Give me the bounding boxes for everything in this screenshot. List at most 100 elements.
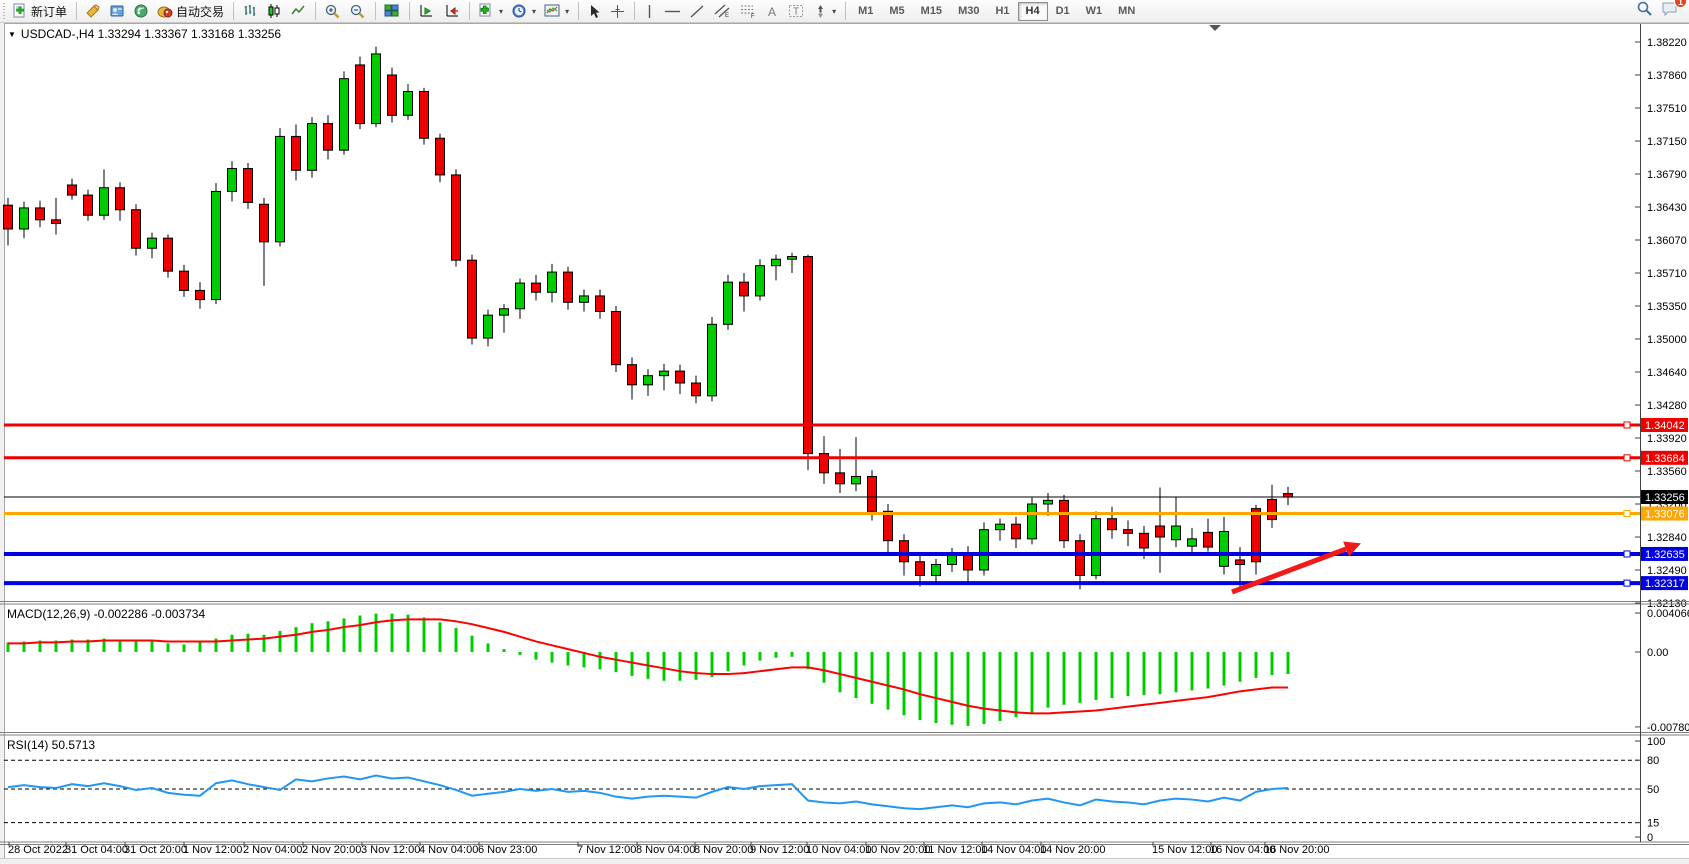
- date-axis-label: 3 Nov 12:00: [361, 844, 420, 856]
- date-axis-label: 11 Nov 12:00: [923, 844, 988, 856]
- metaeditor-button[interactable]: [81, 1, 105, 21]
- timeframe-button-mn[interactable]: MN: [1110, 2, 1143, 21]
- price-chart-canvas[interactable]: 1.382201.378601.375101.371501.367901.364…: [0, 0, 1689, 864]
- text-tool-button[interactable]: A: [761, 1, 784, 21]
- line-handle: [1624, 551, 1630, 557]
- macd-axis-label: 0.004066: [1647, 608, 1689, 620]
- price-badge-label: 1.32317: [1645, 578, 1685, 590]
- vertical-line-tool-button[interactable]: [639, 1, 660, 21]
- candle-body: [1188, 539, 1197, 546]
- date-axis-label: 6 Nov 23:00: [478, 844, 537, 856]
- date-axis-label: 15 Nov 12:00: [1152, 844, 1217, 856]
- indicators-button[interactable]: ▾: [474, 1, 507, 21]
- autotrading-label: 自动交易: [176, 3, 224, 20]
- candle-body: [564, 272, 573, 302]
- line-handle: [1624, 455, 1630, 461]
- line-handle: [1624, 422, 1630, 428]
- candle-body: [1108, 519, 1117, 530]
- zoom-out-button[interactable]: [345, 1, 370, 21]
- rsi-axis-label: 80: [1647, 755, 1659, 767]
- candle-body: [1044, 500, 1053, 504]
- line-chart-icon: [290, 3, 306, 19]
- autotrading-button[interactable]: 自动交易: [153, 1, 228, 21]
- notification-badge: 1: [1674, 0, 1687, 8]
- toolbar-separator: [634, 2, 635, 20]
- horizontal-line-tool-button[interactable]: [660, 1, 685, 21]
- zoom-in-icon: [324, 3, 341, 20]
- candle-body: [644, 376, 653, 385]
- candle-body: [708, 324, 717, 396]
- timeframe-button-m1[interactable]: M1: [850, 2, 881, 21]
- candle-body: [36, 208, 45, 220]
- price-axis-label: 1.35350: [1647, 301, 1687, 313]
- text-label-tool-button[interactable]: T: [784, 1, 809, 21]
- rsi-axis-label: 100: [1647, 736, 1665, 748]
- date-axis-label: 28 Oct 2022: [8, 844, 68, 856]
- chart-shift-button[interactable]: [439, 1, 464, 21]
- trendline-icon: [689, 4, 705, 19]
- timeframe-button-h1[interactable]: H1: [987, 2, 1017, 21]
- auto-scroll-button[interactable]: [414, 1, 439, 21]
- line-chart-mode-button[interactable]: [286, 1, 310, 21]
- indicators-icon: [478, 3, 495, 20]
- toolbar-separator: [469, 2, 470, 20]
- templates-icon: [544, 3, 561, 20]
- timeframe-button-m15[interactable]: M15: [913, 2, 950, 21]
- bar-chart-mode-button[interactable]: [238, 1, 262, 21]
- symbol-dropdown-caret-icon[interactable]: ▼: [8, 30, 16, 39]
- candle-body: [228, 169, 237, 192]
- candle-body: [964, 554, 973, 571]
- cursor-tool-button[interactable]: [583, 1, 606, 21]
- timeframe-button-m5[interactable]: M5: [881, 2, 912, 21]
- search-icon[interactable]: [1636, 0, 1653, 22]
- fibonacci-tool-button[interactable]: F: [735, 1, 761, 21]
- candle-body: [1268, 499, 1277, 519]
- templates-button[interactable]: ▾: [540, 1, 573, 21]
- equidistant-channel-icon: E: [713, 3, 731, 19]
- notifications-button[interactable]: 1: [1661, 1, 1679, 22]
- candle-body: [356, 65, 365, 124]
- arrows-tool-button[interactable]: ▾: [809, 1, 840, 21]
- signals-button[interactable]: [129, 1, 153, 21]
- periods-button[interactable]: ▾: [507, 1, 540, 21]
- candle-body: [404, 92, 413, 116]
- timeframe-button-m30[interactable]: M30: [950, 2, 987, 21]
- candle-body: [724, 282, 733, 324]
- candle-body: [692, 383, 701, 396]
- candle-body: [324, 124, 333, 151]
- candlestick-mode-button[interactable]: [262, 1, 286, 21]
- crosshair-icon: [610, 4, 625, 19]
- zoom-in-button[interactable]: [320, 1, 345, 21]
- signals-icon: [133, 3, 149, 19]
- candle-body: [292, 136, 301, 170]
- svg-text:F: F: [751, 14, 755, 19]
- crosshair-tool-button[interactable]: [606, 1, 629, 21]
- price-axis-label: 1.32490: [1647, 565, 1687, 577]
- svg-text:E: E: [725, 13, 729, 19]
- toolbar-separator: [845, 2, 846, 20]
- toolbar-grip[interactable]: [3, 3, 5, 19]
- price-axis-label: 1.37510: [1647, 103, 1687, 115]
- channel-tool-button[interactable]: E: [709, 1, 735, 21]
- candle-body: [740, 282, 749, 296]
- candle-body: [260, 204, 269, 242]
- price-axis-label: 1.34640: [1647, 367, 1687, 379]
- price-axis-label: 1.36430: [1647, 202, 1687, 214]
- timeframe-button-w1[interactable]: W1: [1078, 2, 1111, 21]
- tile-windows-button[interactable]: [380, 1, 404, 21]
- date-axis-label: 2 Nov 04:00: [243, 844, 302, 856]
- community-button[interactable]: [105, 1, 129, 21]
- candle-body: [196, 290, 205, 299]
- candle-body: [980, 530, 989, 570]
- price-badge-label: 1.32635: [1645, 549, 1685, 561]
- candle-body: [468, 260, 477, 338]
- candle-body: [916, 562, 925, 576]
- timeframe-button-h4[interactable]: H4: [1018, 2, 1048, 21]
- new-order-button[interactable]: 新订单: [8, 1, 71, 21]
- candle-body: [452, 175, 461, 260]
- mt4-window: 新订单 自动交易 ▾ ▾ ▾ E F: [0, 0, 1689, 864]
- date-axis-label: 9 Nov 12:00: [750, 844, 809, 856]
- timeframe-button-d1[interactable]: D1: [1048, 2, 1078, 21]
- price-axis-label: 1.33560: [1647, 466, 1687, 478]
- trendline-tool-button[interactable]: [685, 1, 709, 21]
